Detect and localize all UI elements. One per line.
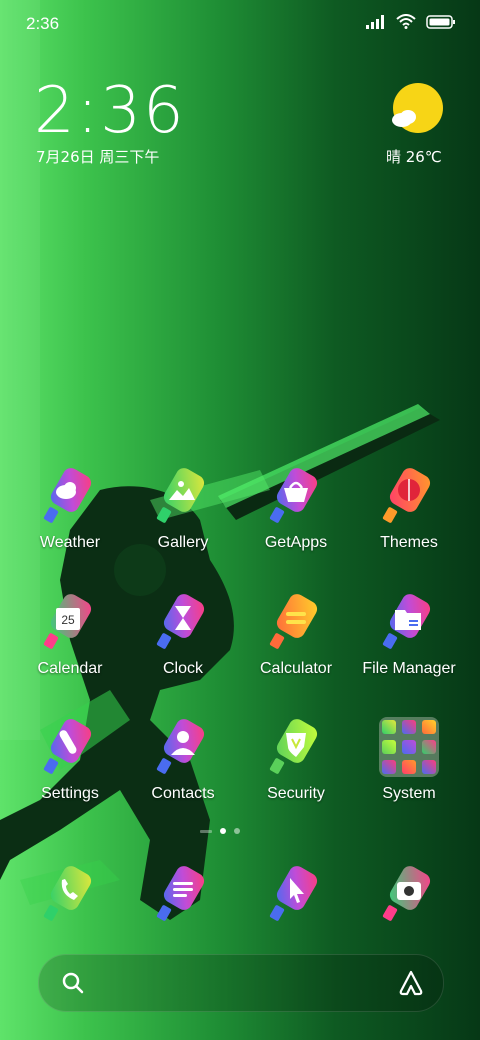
app-security[interactable]: Security xyxy=(241,717,351,803)
messages-icon xyxy=(156,866,205,921)
app-label: Gallery xyxy=(157,534,209,551)
clock-icon xyxy=(156,594,205,649)
search-bar[interactable] xyxy=(38,954,444,1012)
wifi-icon xyxy=(396,14,416,29)
calendar-badge: 25 xyxy=(61,613,75,627)
app-weather[interactable]: Weather xyxy=(15,466,125,552)
security-icon xyxy=(269,719,318,774)
getapps-icon xyxy=(269,468,318,523)
file-manager-icon xyxy=(382,594,431,649)
themes-icon xyxy=(382,468,431,523)
weather-condition[interactable]: 晴 26℃ xyxy=(386,146,442,167)
app-file-manager[interactable]: File Manager xyxy=(354,592,464,678)
page-dot[interactable] xyxy=(234,828,240,834)
app-label: Clock xyxy=(162,660,203,677)
calendar-icon: 25 xyxy=(43,594,92,649)
dock-camera[interactable] xyxy=(354,864,464,932)
page-dot[interactable] xyxy=(220,828,226,834)
dock-browser[interactable] xyxy=(241,864,351,932)
app-label: Weather xyxy=(39,534,101,551)
weather-icon xyxy=(43,468,92,523)
app-calendar[interactable]: 25 Calendar xyxy=(15,592,125,678)
app-settings[interactable]: Settings xyxy=(15,717,125,803)
assistant-icon[interactable] xyxy=(397,969,425,997)
app-label: System xyxy=(382,785,436,802)
app-clock[interactable]: Clock xyxy=(128,592,238,678)
contacts-icon xyxy=(156,719,205,774)
settings-icon xyxy=(43,719,92,774)
battery-icon xyxy=(426,14,455,29)
clock-widget-time[interactable]: 2:36 xyxy=(34,76,186,146)
folder-icon xyxy=(379,717,439,777)
app-themes[interactable]: Themes xyxy=(354,466,464,552)
app-label: Themes xyxy=(380,534,438,551)
gallery-icon xyxy=(156,468,205,523)
search-icon[interactable] xyxy=(61,971,85,995)
app-label: Settings xyxy=(41,785,99,802)
calculator-icon xyxy=(269,594,318,649)
app-gallery[interactable]: Gallery xyxy=(128,466,238,552)
dock-phone[interactable] xyxy=(15,864,125,932)
camera-icon xyxy=(382,866,431,921)
app-label: Security xyxy=(267,785,325,802)
app-calculator[interactable]: Calculator xyxy=(241,592,351,678)
app-contacts[interactable]: Contacts xyxy=(128,717,238,803)
signal-icon xyxy=(366,14,384,29)
sun-cloud-icon[interactable] xyxy=(388,80,446,138)
app-label: GetApps xyxy=(264,534,328,551)
clock-widget-date[interactable]: 7月26日 周三下午 xyxy=(36,146,159,167)
status-bar: 2:36 xyxy=(0,0,480,48)
app-getapps[interactable]: GetApps xyxy=(241,466,351,552)
app-label: File Manager xyxy=(362,660,456,677)
app-label: Calculator xyxy=(259,660,333,677)
folder-system[interactable]: System xyxy=(354,717,464,803)
page-indicator-handle xyxy=(200,829,212,833)
status-time: 2:36 xyxy=(26,14,60,33)
phone-icon xyxy=(43,866,92,921)
app-label: Calendar xyxy=(37,660,103,677)
browser-icon xyxy=(269,866,318,921)
app-label: Contacts xyxy=(151,785,215,802)
page-indicator xyxy=(200,828,240,834)
dock-messages[interactable] xyxy=(128,864,238,932)
